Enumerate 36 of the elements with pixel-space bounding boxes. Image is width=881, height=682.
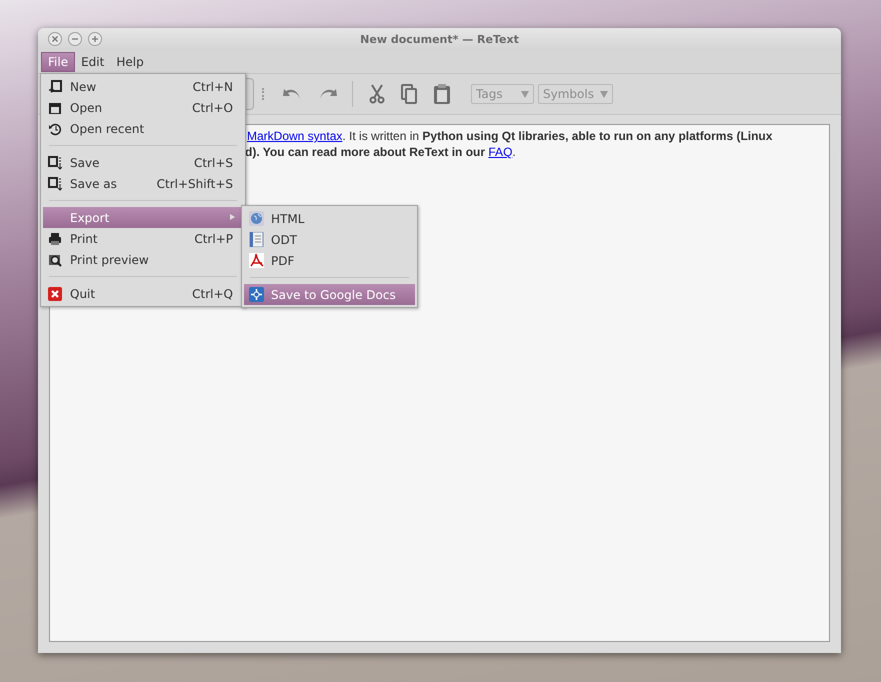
dropdown-arrow-icon <box>521 90 529 98</box>
menu-item[interactable]: Save to Google Docs <box>244 284 415 305</box>
paragraph-text: . <box>512 145 516 159</box>
link[interactable]: MarkDown syntax <box>247 129 342 143</box>
globe-icon <box>248 211 264 226</box>
close-icon[interactable] <box>48 32 62 46</box>
pdf-icon <box>248 253 264 268</box>
print-preview-icon <box>48 252 62 266</box>
menu-item[interactable]: Open Ctrl+O <box>41 97 245 118</box>
paragraph-text: d). You can read more about ReText in our <box>245 145 486 159</box>
paste-icon[interactable] <box>433 83 451 105</box>
save-as-icon <box>48 176 62 190</box>
window-title: New document* — ReText <box>360 32 519 46</box>
maximize-icon[interactable] <box>88 32 102 46</box>
menu-item[interactable]: New Ctrl+N <box>41 76 245 97</box>
menu-item[interactable]: Export <box>43 207 243 228</box>
paragraph-text: . It is written in Python using Qt libraries, able to run on any platforms (Linux <box>342 129 772 143</box>
folder-icon <box>48 100 62 114</box>
save-icon <box>48 156 62 170</box>
cut-icon[interactable] <box>369 84 385 104</box>
submenu-arrow-icon <box>230 214 235 220</box>
menu-item[interactable]: Edit <box>75 52 110 70</box>
history-icon <box>48 122 62 136</box>
menu-item[interactable]: PDF <box>242 250 417 271</box>
menu-item[interactable]: HTML <box>242 208 417 229</box>
menu-item[interactable]: ODT <box>242 229 417 250</box>
link[interactable]: FAQ <box>488 145 512 159</box>
new-document-icon <box>48 80 62 94</box>
toolbar-grip-icon[interactable] <box>262 88 266 100</box>
minimize-icon[interactable] <box>68 32 82 46</box>
quit-icon <box>48 286 62 300</box>
menu-item[interactable]: Help <box>110 52 150 70</box>
dropdown-arrow-icon <box>600 90 608 98</box>
copy-icon[interactable] <box>401 84 417 104</box>
document-icon <box>248 232 264 247</box>
printer-icon <box>48 232 62 246</box>
